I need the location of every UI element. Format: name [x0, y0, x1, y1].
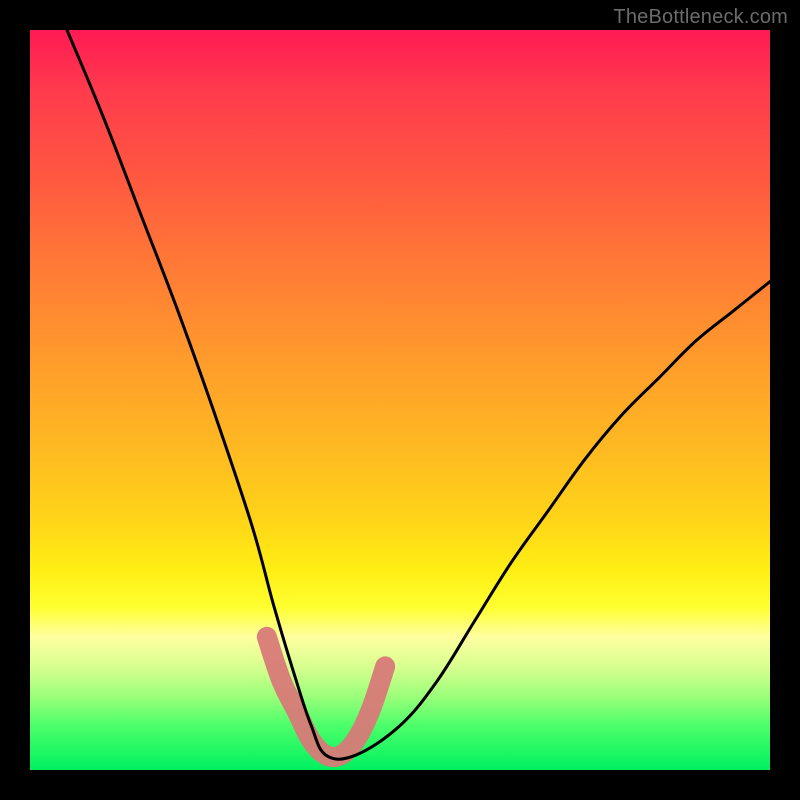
bottleneck-curve: [67, 30, 770, 759]
highlight-range-stroke: [267, 637, 385, 757]
chart-svg: [30, 30, 770, 770]
plot-area: [30, 30, 770, 770]
chart-frame: TheBottleneck.com: [0, 0, 800, 800]
watermark-text: TheBottleneck.com: [613, 6, 788, 29]
